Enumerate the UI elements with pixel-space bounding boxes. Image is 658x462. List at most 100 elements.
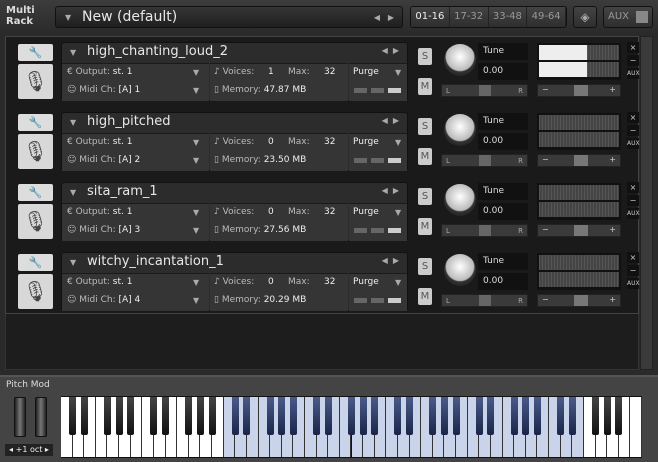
black-key[interactable] [150,397,158,435]
solo-button[interactable]: S [418,48,432,65]
dropdown-icon[interactable]: ▼ [65,13,71,22]
chevron-down-icon[interactable]: ▼ [193,208,199,217]
pan-slider[interactable]: LR [441,154,528,167]
chevron-down-icon[interactable]: ▼ [395,68,401,77]
pan-handle[interactable] [479,155,491,166]
black-key[interactable] [266,397,274,435]
volume-handle[interactable] [574,225,588,236]
tune-value[interactable]: 0.00 [478,133,528,150]
aux-sends-button[interactable]: AUX [627,138,640,149]
tune-knob[interactable] [444,44,476,76]
tune-knob[interactable] [444,114,476,146]
chevron-down-icon[interactable]: ▼ [193,138,199,147]
aux-sends-button[interactable]: AUX [627,208,640,219]
close-instrument-button[interactable]: × [627,182,639,193]
volume-slider[interactable]: − + [537,224,621,237]
black-key[interactable] [359,397,367,435]
black-key[interactable] [127,397,135,435]
minimize-instrument-button[interactable]: − [627,125,639,136]
mute-button[interactable]: M [418,288,432,305]
aux-sends-button[interactable]: AUX [627,68,640,79]
black-key[interactable] [289,397,297,435]
instrument-nav-arrows[interactable]: ◀ ▶ [382,256,399,265]
purge-menu[interactable]: Purge [353,67,379,77]
instrument-name[interactable]: witchy_incantation_1 [87,254,224,269]
octave-shift[interactable]: ◂ +1 oct ▸ [5,444,53,456]
black-key[interactable] [115,397,123,435]
max-voices-value[interactable]: 32 [324,137,335,147]
black-key[interactable] [208,397,216,435]
aux-button[interactable]: AUX [603,6,653,28]
purge-menu[interactable]: Purge [353,137,379,147]
midi-channel-selector[interactable]: ☺ Midi Ch: [A] 4 [67,295,140,305]
black-key[interactable] [592,397,600,435]
chevron-down-icon[interactable]: ▼ [193,226,199,235]
mod-wheel[interactable] [35,397,47,437]
chevron-down-icon[interactable]: ▼ [395,278,401,287]
chevron-down-icon[interactable]: ▼ [193,156,199,165]
expand-icon[interactable] [636,11,648,23]
instrument-nav-arrows[interactable]: ◀ ▶ [382,186,399,195]
instrument-nav-arrows[interactable]: ◀ ▶ [382,116,399,125]
instrument-nav-arrows[interactable]: ◀ ▶ [382,46,399,55]
tune-knob[interactable] [444,254,476,286]
output-selector[interactable]: € Output: st. 1 [67,207,132,217]
rack-scrollbar[interactable] [640,36,653,370]
mute-button[interactable]: M [418,148,432,165]
piano-keyboard[interactable] [61,396,642,458]
mute-button[interactable]: M [418,218,432,235]
minimize-instrument-button[interactable]: − [627,265,639,276]
purge-menu[interactable]: Purge [353,207,379,217]
pan-slider[interactable]: LR [441,224,528,237]
midi-channel-selector[interactable]: ☺ Midi Ch: [A] 2 [67,155,140,165]
output-selector[interactable]: € Output: st. 1 [67,137,132,147]
minimize-instrument-button[interactable]: − [627,55,639,66]
next-preset-icon[interactable]: ▶ [388,13,394,22]
black-key[interactable] [522,397,530,435]
purge-menu[interactable]: Purge [353,277,379,287]
black-key[interactable] [533,397,541,435]
black-key[interactable] [69,397,77,435]
black-key[interactable] [510,397,518,435]
aux-sends-button[interactable]: AUX [627,278,640,289]
prev-preset-icon[interactable]: ◀ [374,13,380,22]
output-selector[interactable]: € Output: st. 1 [67,67,132,77]
pan-handle[interactable] [479,295,491,306]
tab-49-64[interactable]: 49-64 [527,7,566,27]
chevron-down-icon[interactable]: ▼ [395,208,401,217]
volume-handle[interactable] [574,85,588,96]
midi-channel-selector[interactable]: ☺ Midi Ch: [A] 3 [67,225,140,235]
tune-value[interactable]: 0.00 [478,203,528,220]
tune-value[interactable]: 0.00 [478,63,528,80]
microphone-icon[interactable]: 🎙 [18,134,53,169]
close-instrument-button[interactable]: × [627,112,639,123]
black-key[interactable] [440,397,448,435]
tune-value[interactable]: 0.00 [478,273,528,290]
black-key[interactable] [557,397,565,435]
black-key[interactable] [348,397,355,435]
black-key[interactable] [103,397,111,435]
black-key[interactable] [324,397,332,435]
black-key[interactable] [313,397,321,435]
instrument-name[interactable]: sita_ram_1 [87,184,158,199]
black-key[interactable] [452,397,460,435]
chevron-down-icon[interactable]: ▼ [193,296,199,305]
max-voices-value[interactable]: 32 [324,67,335,77]
close-instrument-button[interactable]: × [627,42,639,53]
black-key[interactable] [429,397,437,435]
instrument-menu-icon[interactable]: ▼ [70,258,76,267]
instrument-menu-icon[interactable]: ▼ [70,188,76,197]
chevron-down-icon[interactable]: ▼ [193,278,199,287]
mute-button[interactable]: M [418,78,432,95]
black-key[interactable] [394,397,402,435]
wrench-icon[interactable]: 🔧 [18,114,53,131]
black-key[interactable] [162,397,170,435]
black-key[interactable] [475,397,483,435]
black-key[interactable] [278,397,286,435]
volume-handle[interactable] [574,155,588,166]
pan-slider[interactable]: LR [441,84,528,97]
output-selector[interactable]: € Output: st. 1 [67,277,132,287]
black-key[interactable] [80,397,88,435]
tab-01-16[interactable]: 01-16 [411,7,450,27]
microphone-icon[interactable]: 🎙 [18,64,53,99]
